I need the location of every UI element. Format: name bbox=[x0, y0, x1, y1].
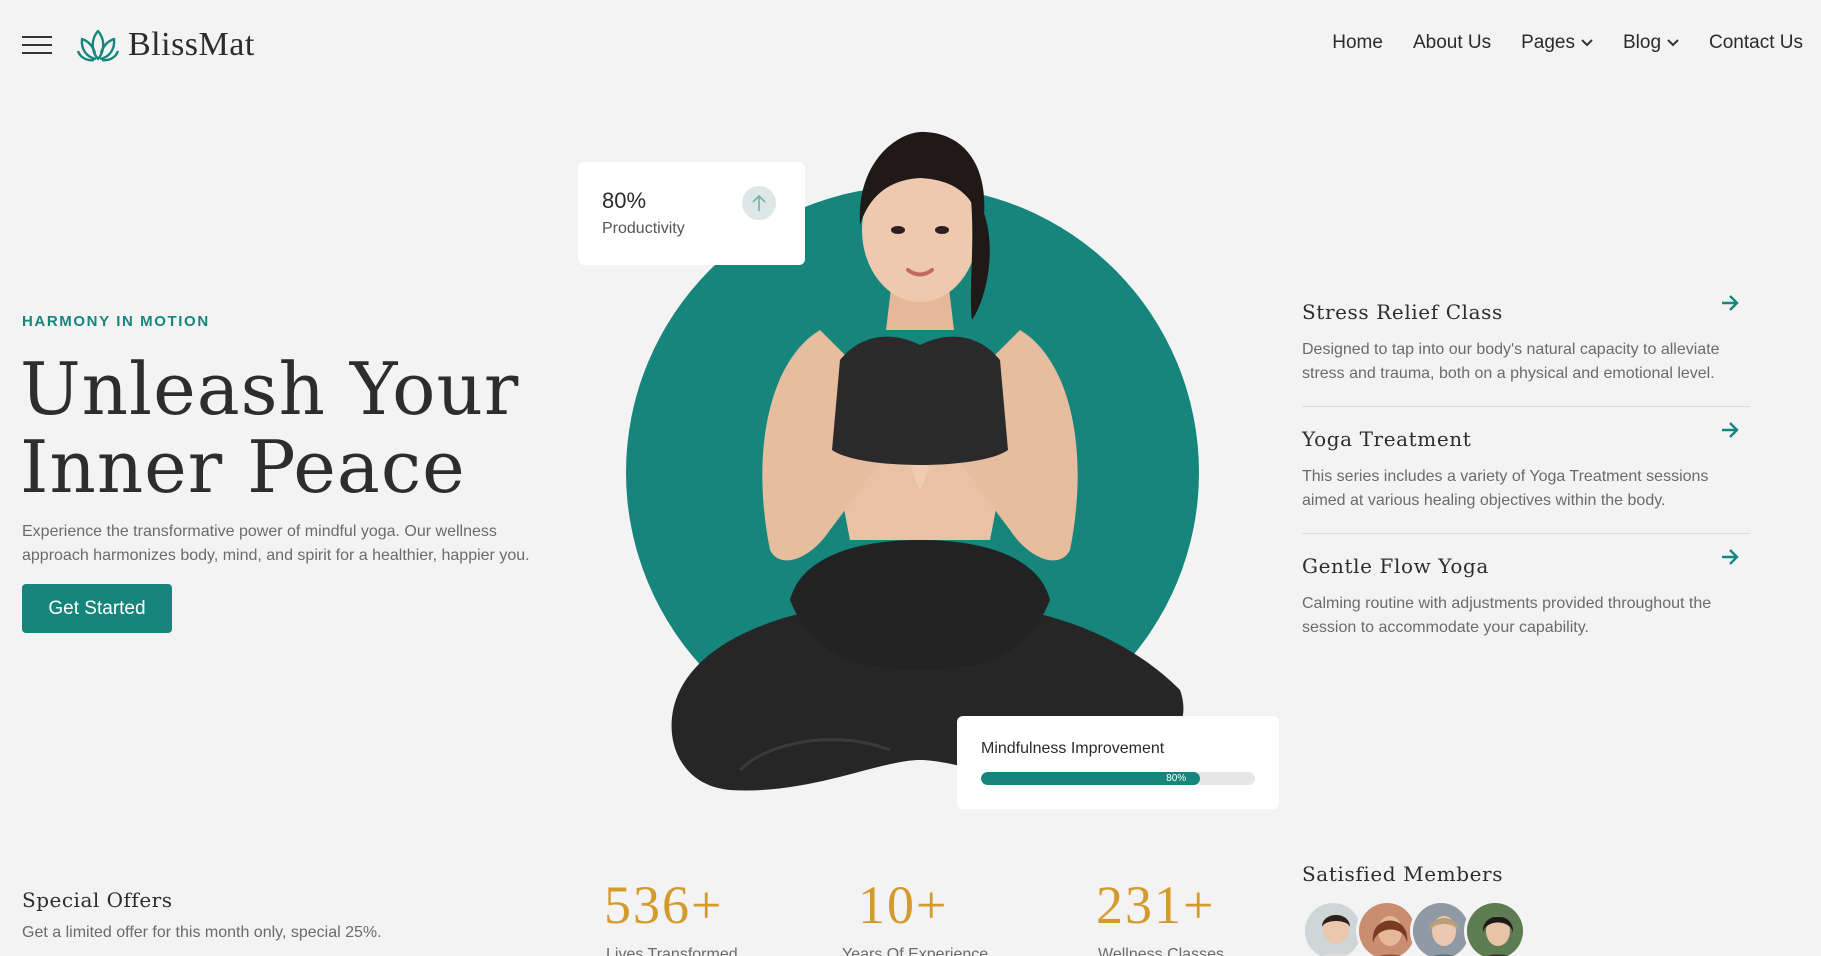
service-title: Yoga Treatment bbox=[1302, 427, 1472, 451]
logo-text: BlissMat bbox=[128, 26, 255, 63]
arrow-right-icon[interactable] bbox=[1720, 421, 1740, 439]
nav-contact-us-label: Contact Us bbox=[1709, 32, 1803, 53]
stat-value-classes: 231+ bbox=[1096, 875, 1216, 935]
nav-blog[interactable]: Blog bbox=[1623, 32, 1679, 54]
stat-label-classes: Wellness Classes bbox=[1098, 946, 1224, 956]
member-avatars bbox=[1302, 900, 1526, 956]
stat-value-lives: 536+ bbox=[604, 875, 724, 935]
hero-title: Unleash Your Inner Peace bbox=[20, 350, 540, 506]
service-description: This series includes a variety of Yoga T… bbox=[1302, 468, 1709, 509]
nav-about-us[interactable]: About Us bbox=[1413, 32, 1491, 54]
nav-pages-label: Pages bbox=[1521, 32, 1575, 53]
mindfulness-progress-fill: 80% bbox=[981, 772, 1201, 785]
productivity-value: 80% bbox=[602, 188, 647, 213]
mindfulness-card: Mindfulness Improvement 80% bbox=[957, 716, 1279, 809]
site-header: BlissMat Home About Us Pages Blog Contac… bbox=[0, 0, 1821, 92]
nav-pages[interactable]: Pages bbox=[1521, 32, 1593, 54]
stat-label-lives: Lives Transformed bbox=[606, 946, 738, 956]
service-title: Stress Relief Class bbox=[1302, 300, 1503, 324]
avatar[interactable] bbox=[1464, 900, 1526, 956]
avatar[interactable] bbox=[1410, 900, 1472, 956]
nav-home[interactable]: Home bbox=[1332, 32, 1383, 54]
stat-label-years: Years Of Experience bbox=[842, 946, 989, 956]
nav-home-label: Home bbox=[1332, 32, 1383, 53]
special-offers-description: Get a limited offer for this month only,… bbox=[22, 924, 382, 941]
main-nav: Home About Us Pages Blog Contact Us bbox=[1332, 32, 1803, 54]
special-offers-title: Special Offers bbox=[22, 888, 173, 912]
nav-contact-us[interactable]: Contact Us bbox=[1709, 32, 1803, 54]
service-description: Calming routine with adjustments provide… bbox=[1302, 595, 1712, 636]
nav-blog-label: Blog bbox=[1622, 32, 1662, 53]
productivity-card: 80% Productivity bbox=[578, 162, 805, 265]
hero-description: Experience the transformative power of m… bbox=[22, 523, 530, 564]
avatar[interactable] bbox=[1302, 900, 1364, 956]
hero-title-line1: Unleash Your bbox=[20, 347, 520, 431]
chevron-down-icon bbox=[1581, 39, 1593, 47]
service-title: Gentle Flow Yoga bbox=[1302, 554, 1489, 578]
avatar[interactable] bbox=[1356, 900, 1418, 956]
hero-eyebrow: HARMONY IN MOTION bbox=[22, 313, 210, 330]
hero-title-line2: Inner Peace bbox=[20, 425, 466, 509]
productivity-label: Productivity bbox=[602, 220, 685, 237]
arrow-up-icon bbox=[742, 186, 776, 220]
satisfied-members-title: Satisfied Members bbox=[1302, 862, 1504, 886]
mindfulness-progress-label: 80% bbox=[1166, 773, 1187, 784]
service-description: Designed to tap into our body's natural … bbox=[1302, 341, 1720, 382]
logo[interactable]: BlissMat bbox=[76, 26, 255, 64]
arrow-right-icon[interactable] bbox=[1720, 294, 1740, 312]
arrow-right-icon[interactable] bbox=[1720, 548, 1740, 566]
menu-icon[interactable] bbox=[22, 36, 52, 54]
nav-about-us-label: About Us bbox=[1412, 32, 1492, 53]
service-stress-relief[interactable]: Stress Relief Class Designed to tap into… bbox=[1302, 280, 1750, 407]
stat-value-years: 10+ bbox=[858, 875, 949, 935]
services-list: Stress Relief Class Designed to tap into… bbox=[1302, 280, 1750, 661]
service-gentle-flow[interactable]: Gentle Flow Yoga Calming routine with ad… bbox=[1302, 534, 1750, 661]
get-started-button[interactable]: Get Started bbox=[22, 584, 172, 633]
chevron-down-icon bbox=[1667, 39, 1679, 47]
mindfulness-title: Mindfulness Improvement bbox=[981, 740, 1165, 757]
service-yoga-treatment[interactable]: Yoga Treatment This series includes a va… bbox=[1302, 407, 1750, 534]
lotus-icon bbox=[76, 29, 120, 62]
mindfulness-progress-bar: 80% bbox=[981, 772, 1255, 785]
